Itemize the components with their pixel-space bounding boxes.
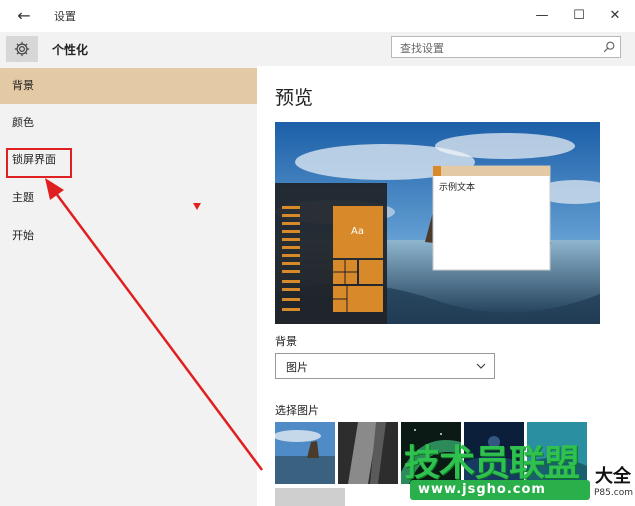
background-dropdown-value: 图片 xyxy=(286,361,308,374)
sidebar-item-lock-screen[interactable]: 锁屏界面 xyxy=(0,142,257,178)
settings-window: ← 设置 — ☐ ✕ 个性化 背景 颜色 锁屏界 xyxy=(0,0,635,506)
picture-thumbnail[interactable] xyxy=(275,422,335,484)
sidebar-item-background[interactable]: 背景 xyxy=(0,68,257,104)
back-arrow-icon[interactable]: ← xyxy=(14,6,34,26)
window-title: 设置 xyxy=(54,10,76,23)
sidebar-item-start[interactable]: 开始 xyxy=(0,218,257,254)
chevron-down-icon xyxy=(476,363,486,369)
background-label: 背景 xyxy=(275,335,297,348)
preview-image: Aa 示例文本 xyxy=(275,122,600,324)
mouse-cursor-icon xyxy=(193,203,201,210)
choose-picture-label: 选择图片 xyxy=(275,404,319,417)
sidebar-item-colors[interactable]: 颜色 xyxy=(0,105,257,141)
search-icon[interactable] xyxy=(602,40,616,54)
preview-tile-label: Aa xyxy=(351,226,364,237)
watermark-url-secondary: P85.com xyxy=(594,488,633,498)
minimize-button[interactable]: — xyxy=(532,6,552,26)
close-button[interactable]: ✕ xyxy=(605,6,625,26)
page-header: 个性化 xyxy=(0,32,635,67)
title-bar: ← 设置 — ☐ ✕ xyxy=(0,0,635,32)
section-title: 个性化 xyxy=(52,43,89,57)
sidebar-item-themes[interactable]: 主题 xyxy=(0,180,257,216)
preview-sample-text: 示例文本 xyxy=(439,183,476,193)
watermark-logo-text: 技术员联盟 xyxy=(404,443,580,484)
gear-icon xyxy=(6,36,38,62)
maximize-button[interactable]: ☐ xyxy=(569,6,589,26)
watermark-suffix: 大全 xyxy=(595,466,631,487)
picture-thumbnail[interactable] xyxy=(338,422,398,484)
search-box[interactable] xyxy=(391,36,621,59)
sidebar: 背景 颜色 锁屏界面 主题 开始 xyxy=(0,66,257,506)
page-title: 预览 xyxy=(275,87,314,109)
search-input[interactable] xyxy=(398,38,597,59)
background-dropdown[interactable]: 图片 xyxy=(275,353,495,379)
watermark-url: www.jsgho.com xyxy=(418,482,546,497)
browse-button[interactable] xyxy=(275,488,345,506)
